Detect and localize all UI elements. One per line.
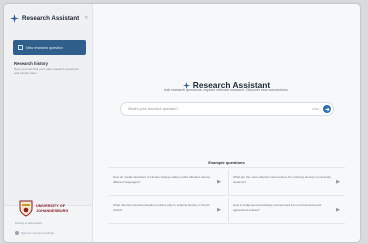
main-panel: Research Assistant Ask research question… xyxy=(93,4,360,242)
example-question-text: How do media narratives of climate chang… xyxy=(113,175,211,184)
example-question-card[interactable]: How is indigenous knowledge incorporated… xyxy=(228,198,345,224)
question-input[interactable] xyxy=(128,107,298,111)
user-icon xyxy=(15,231,19,235)
new-question-label: New research question xyxy=(26,45,63,50)
examples-title: Example questions xyxy=(208,160,245,165)
example-question-text: How is indigenous knowledge incorporated… xyxy=(233,203,322,212)
signout-label: Sign out / account settings xyxy=(21,231,54,235)
character-count: 0/500 xyxy=(312,107,319,111)
examples-grid: How do media narratives of climate chang… xyxy=(109,167,345,224)
play-arrow-icon: ▶ xyxy=(217,207,221,213)
signout-link[interactable]: Sign out / account settings xyxy=(15,231,54,235)
example-question-card[interactable]: What are the most effective intervention… xyxy=(228,170,345,196)
collapse-sidebar-icon[interactable]: « xyxy=(85,15,88,21)
example-question-text: What are the most effective intervention… xyxy=(233,175,331,184)
question-search-box[interactable]: 0/500 xyxy=(120,102,334,116)
page-subtitle: Ask research questions, explore relevant… xyxy=(164,88,289,92)
arrow-right-icon xyxy=(325,107,330,111)
example-question-card[interactable]: How do media narratives of climate chang… xyxy=(109,170,226,196)
university-name: UNIVERSITY OF JOHANNESBURG xyxy=(36,203,69,213)
faculty-label: Faculty of Humanities xyxy=(15,221,42,225)
play-arrow-icon: ▶ xyxy=(336,179,340,185)
example-question-text: What role did colonial education policie… xyxy=(113,203,210,212)
new-chat-icon xyxy=(18,45,23,50)
university-crest-icon xyxy=(19,200,33,217)
app-title: Research Assistant xyxy=(22,14,80,22)
app-window: Research Assistant « New research questi… xyxy=(4,4,360,242)
example-question-card[interactable]: What role did colonial education policie… xyxy=(109,198,226,224)
university-logo: UNIVERSITY OF JOHANNESBURG xyxy=(19,200,72,217)
new-question-button[interactable]: New research question xyxy=(13,40,86,55)
play-arrow-icon: ▶ xyxy=(217,179,221,185)
send-button[interactable] xyxy=(323,105,331,113)
play-arrow-icon: ▶ xyxy=(336,207,340,213)
sidebar-header: Research Assistant « xyxy=(10,12,88,24)
history-title: Research history xyxy=(14,61,48,66)
history-note: Here you can find your past research que… xyxy=(14,67,79,75)
sparkle-icon xyxy=(10,13,19,23)
